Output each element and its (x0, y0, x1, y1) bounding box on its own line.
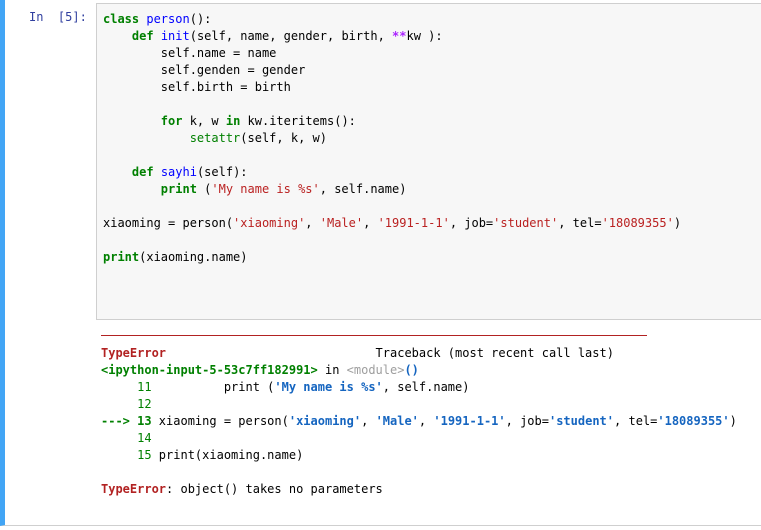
arrow-icon: ---> (101, 414, 138, 428)
traceback-line-current: ---> 13 xiaoming = person('xiaoming', 'M… (101, 414, 737, 428)
code-line: setattr(self, k, w) (189, 131, 327, 145)
code-line: class person(): (103, 12, 212, 26)
code-line: def sayhi(self): (131, 165, 248, 179)
code-line: def init(self, name, gender, birth, **kw… (131, 29, 443, 43)
input-prompt: In [5]: (29, 10, 87, 24)
traceback-header: TypeError Traceback (most recent call la… (101, 346, 614, 360)
code-line: self.birth = birth (160, 80, 291, 94)
code-line: for k, w in kw.iteritems(): (160, 114, 356, 128)
traceback-line: 15 print(xiaoming.name) (137, 448, 304, 462)
code-line: print ('My name is %s', self.name) (160, 182, 407, 196)
code-editor[interactable]: class person(): def init(self, name, gen… (96, 3, 761, 320)
code-line: self.name = name (160, 46, 277, 60)
code-line: self.genden = gender (160, 63, 306, 77)
error-message: TypeError: object() takes no parameters (101, 482, 383, 496)
traceback-line: 11 print ('My name is %s', self.name) (137, 380, 470, 394)
traceback-divider (101, 335, 647, 336)
traceback-line: 12 (137, 397, 152, 411)
code-line: xiaoming = person('xiaoming', 'Male', '1… (103, 216, 682, 230)
code-cell[interactable]: In [5]: class person(): def init(self, n… (0, 0, 761, 526)
traceback-location: <ipython-input-5-53c7ff182991> in <modul… (101, 363, 419, 377)
code-line: print(xiaoming.name) (103, 250, 248, 264)
traceback-line: 14 (137, 431, 152, 445)
